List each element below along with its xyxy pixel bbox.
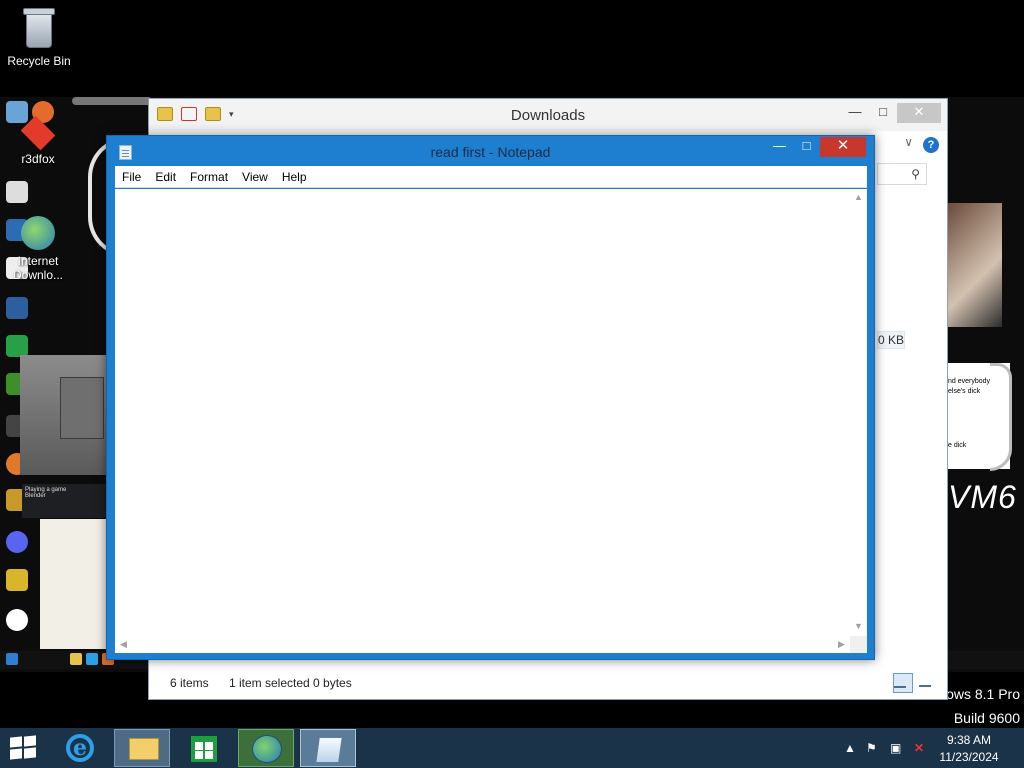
large-icons-view-icon[interactable] [919, 673, 939, 693]
ribbon-expand-icon[interactable]: ∨ [904, 135, 913, 149]
notepad-titlebar[interactable]: read first - Notepad — □ ✕ [107, 136, 874, 166]
taskbar-file-explorer[interactable] [114, 729, 170, 767]
help-icon[interactable]: ? [923, 137, 939, 153]
scribble [72, 97, 152, 105]
horizontal-scrollbar[interactable]: ◀ ▶ [115, 636, 850, 653]
wallpaper-image [40, 519, 108, 649]
show-hidden-icons-icon[interactable]: ▲ [844, 741, 856, 755]
menu-format[interactable]: Format [183, 170, 235, 184]
explorer-title: Downloads [510, 107, 586, 124]
search-box[interactable]: ⚲ [877, 163, 927, 185]
maximize-button[interactable]: □ [869, 103, 897, 123]
taskbar-internet-explorer[interactable]: e [52, 729, 108, 767]
system-tray: ▲ ⚑ ▣ ✕ 9:38 AM 11/23/2024 [844, 728, 1024, 768]
file-size-cell: 0 KB [877, 331, 905, 349]
details-view-icon[interactable] [893, 673, 913, 693]
notepad-title: read first - Notepad [430, 144, 551, 160]
r3dfox-shortcut[interactable]: r3dfox [0, 115, 76, 166]
notepad-icon [315, 737, 343, 763]
item-count: 6 items [170, 676, 209, 690]
watermark-edition: ows 8.1 Pro [946, 686, 1020, 702]
menu-file[interactable]: File [115, 170, 148, 184]
scroll-left-icon[interactable]: ◀ [115, 636, 132, 653]
globe-icon [21, 216, 55, 250]
idm-label: Internet Downlo... [12, 254, 64, 282]
file-explorer-icon [129, 738, 159, 760]
internet-download-manager-shortcut[interactable]: Internet Downlo... [0, 216, 76, 282]
scroll-up-icon[interactable]: ▲ [850, 189, 867, 206]
taskbar-internet-download-manager[interactable] [238, 729, 294, 767]
clock-time: 9:38 AM [946, 733, 992, 747]
discord-line-2: Blender [25, 493, 46, 499]
clock[interactable]: 9:38 AM 11/23/2024 [934, 732, 1004, 766]
explorer-titlebar[interactable]: ▾ Downloads — □ ✕ [149, 99, 947, 131]
wallpaper-big-text: VM6 [948, 479, 1017, 515]
menu-view[interactable]: View [235, 170, 275, 184]
r3dfox-label: r3dfox [21, 152, 55, 166]
internet-explorer-icon: e [66, 734, 94, 762]
r3dfox-icon [20, 115, 56, 151]
vertical-scrollbar[interactable]: ▲ ▼ [850, 189, 867, 635]
close-button[interactable]: ✕ [897, 103, 941, 123]
game-character [60, 377, 104, 439]
taskbar: e ▲ ⚑ ▣ ✕ 9:38 AM 11/23/2024 [0, 728, 1024, 768]
minimize-button[interactable]: — [766, 137, 793, 157]
action-center-flag-icon[interactable]: ⚑ [866, 741, 877, 755]
watermark-build: Build 9600 [953, 710, 1020, 726]
selection-info: 1 item selected 0 bytes [229, 676, 352, 690]
minimize-button[interactable]: — [841, 103, 869, 123]
recycle-bin-shortcut[interactable]: Recycle Bin [1, 6, 77, 68]
desktop: Playing a game Blender nd everybody else… [0, 0, 1024, 728]
notepad-window[interactable]: read first - Notepad — □ ✕ File Edit For… [106, 135, 875, 660]
volume-muted-icon[interactable]: ✕ [914, 741, 924, 755]
resize-grip[interactable] [850, 636, 867, 653]
close-button[interactable]: ✕ [820, 137, 866, 157]
wallpaper-photo [948, 203, 1002, 327]
menu-help[interactable]: Help [275, 170, 314, 184]
text-editor-area[interactable]: ▲ ▼ ◀ ▶ [115, 189, 867, 653]
recycle-bin-icon [22, 6, 56, 50]
discord-activity-card: Playing a game Blender [22, 484, 108, 518]
clock-date: 11/23/2024 [939, 750, 999, 764]
menu-edit[interactable]: Edit [148, 170, 183, 184]
store-icon [191, 736, 217, 762]
start-button[interactable] [10, 735, 38, 761]
explorer-window-controls: — □ ✕ [841, 103, 941, 123]
scroll-down-icon[interactable]: ▼ [850, 618, 867, 635]
taskbar-windows-store[interactable] [176, 729, 232, 767]
scribble-bracket [990, 363, 1012, 471]
taskbar-notepad[interactable] [300, 729, 356, 767]
status-bar: 6 items 1 item selected 0 bytes [149, 667, 947, 699]
windows-logo-icon [10, 736, 22, 748]
network-icon[interactable]: ▣ [890, 741, 901, 755]
recycle-bin-label: Recycle Bin [7, 54, 71, 68]
scroll-right-icon[interactable]: ▶ [833, 636, 850, 653]
menu-bar: File Edit Format View Help [115, 166, 867, 188]
notepad-window-controls: — □ ✕ [766, 137, 866, 157]
maximize-button[interactable]: □ [793, 137, 820, 157]
idm-globe-icon [252, 735, 282, 763]
search-icon: ⚲ [911, 167, 920, 181]
